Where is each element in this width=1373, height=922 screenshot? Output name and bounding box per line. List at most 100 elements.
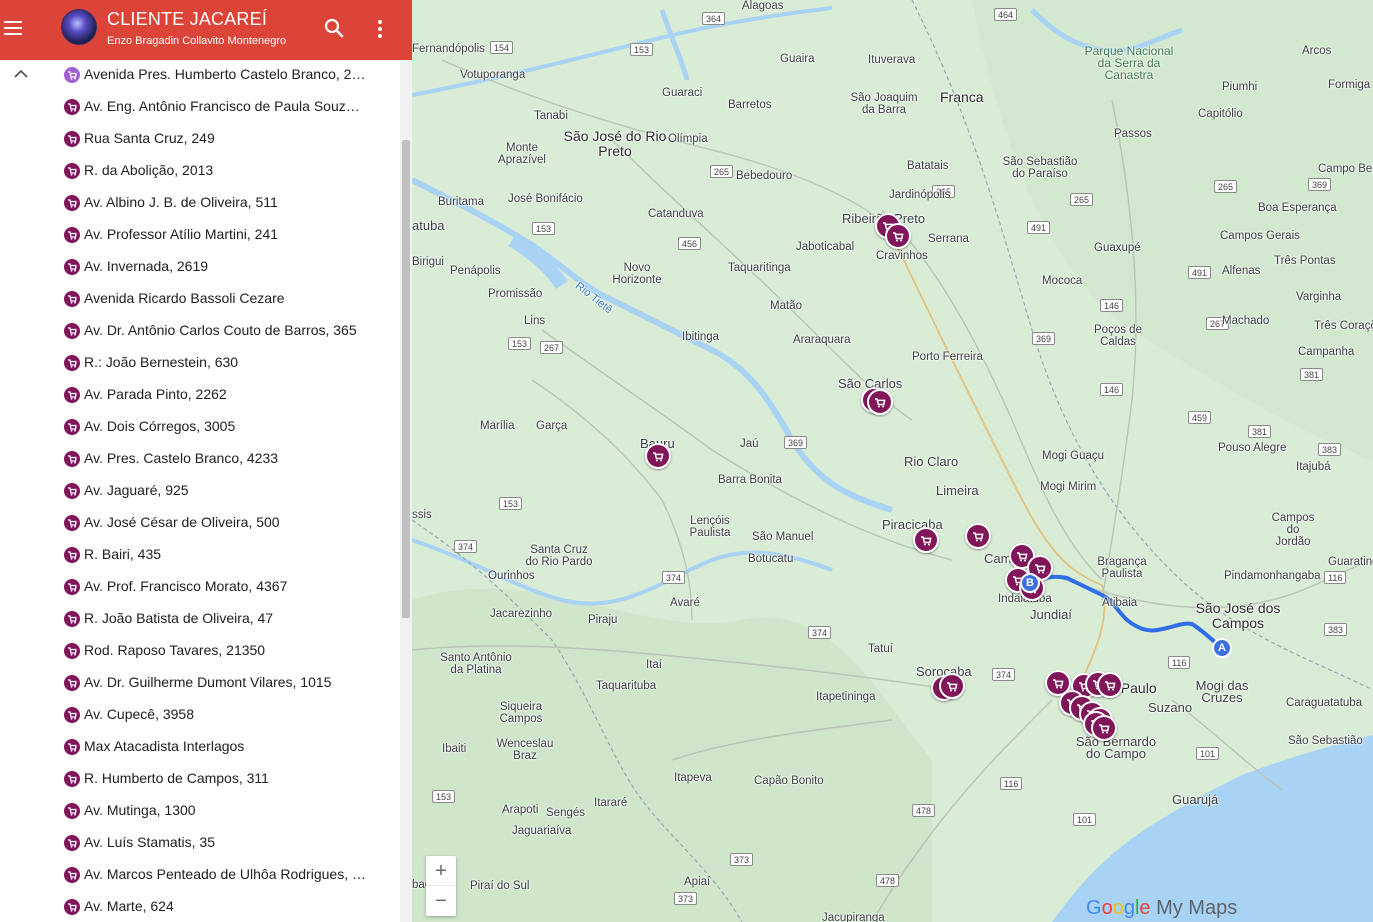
supermarket-icon bbox=[64, 387, 80, 403]
scrollbar[interactable] bbox=[400, 60, 412, 922]
scrollbar-thumb[interactable] bbox=[402, 140, 410, 618]
store-marker[interactable] bbox=[965, 523, 991, 549]
place-label: Votuporanga bbox=[460, 69, 526, 81]
list-item[interactable]: Av. Invernada, 2619 bbox=[0, 252, 400, 284]
store-marker[interactable] bbox=[867, 389, 893, 415]
zoom-control: + − bbox=[426, 856, 456, 916]
store-marker[interactable] bbox=[645, 443, 671, 469]
list-item[interactable]: Av. José César de Oliveira, 500 bbox=[0, 508, 400, 540]
place-label: São Manuel bbox=[752, 531, 814, 543]
route-shield: 369 bbox=[1308, 178, 1332, 191]
list-item-label: Av. Invernada, 2619 bbox=[84, 258, 209, 274]
zoom-out-button[interactable]: − bbox=[426, 886, 456, 916]
list-item[interactable]: Av. Marte, 624 bbox=[0, 892, 400, 922]
list-item[interactable]: Av. Mutinga, 1300 bbox=[0, 796, 400, 828]
list-item[interactable]: R. Humberto de Campos, 311 bbox=[0, 764, 400, 796]
list-item[interactable]: Av. Dr. Antônio Carlos Couto de Barros, … bbox=[0, 316, 400, 348]
place-label: Rio Claro bbox=[904, 454, 959, 469]
list-item[interactable]: Av. Luís Stamatis, 35 bbox=[0, 828, 400, 860]
logo-letter: G bbox=[1086, 897, 1102, 919]
search-icon[interactable] bbox=[322, 16, 346, 40]
logo-letter: g bbox=[1123, 897, 1135, 919]
zoom-in-button[interactable]: + bbox=[426, 856, 456, 886]
list-item[interactable]: Av. Eng. Antônio Francisco de Paula Souz… bbox=[0, 92, 400, 124]
list-item[interactable]: Avenida Ricardo Bassoli Cezare bbox=[0, 284, 400, 316]
list-item-label: Av. Dr. Antônio Carlos Couto de Barros, … bbox=[84, 322, 357, 338]
place-label: São Sebastião bbox=[1288, 735, 1363, 747]
place-label: Itajubá bbox=[1296, 461, 1331, 473]
place-label: Santo Antônio da Platina bbox=[440, 652, 512, 676]
supermarket-icon bbox=[64, 515, 80, 531]
menu-icon[interactable] bbox=[4, 14, 24, 44]
list-item[interactable]: Av. Cupecê, 3958 bbox=[0, 700, 400, 732]
list-item[interactable]: R. João Batista de Oliveira, 47 bbox=[0, 604, 400, 636]
list-item-label: Av. Professor Atílio Martini, 241 bbox=[84, 226, 279, 242]
list-item[interactable]: R. da Abolição, 2013 bbox=[0, 156, 400, 188]
list-item[interactable]: R.: João Bernestein, 630 bbox=[0, 348, 400, 380]
route-end-pin[interactable]: B bbox=[1020, 573, 1040, 593]
place-label: Caraguatatuba bbox=[1286, 697, 1363, 709]
list-item[interactable]: Av. Dois Córregos, 3005 bbox=[0, 412, 400, 444]
list-item[interactable]: Max Atacadista Interlagos bbox=[0, 732, 400, 764]
store-marker[interactable] bbox=[913, 527, 939, 553]
avatar[interactable] bbox=[61, 9, 97, 45]
place-label: Porto Ferreira bbox=[912, 351, 983, 363]
list-item-label: R. Humberto de Campos, 311 bbox=[84, 770, 269, 786]
store-marker[interactable] bbox=[885, 223, 911, 249]
list-item[interactable]: Av. Parada Pinto, 2262 bbox=[0, 380, 400, 412]
list-item[interactable]: Av. Albino J. B. de Oliveira, 511 bbox=[0, 188, 400, 220]
list-item[interactable]: Rod. Raposo Tavares, 21350 bbox=[0, 636, 400, 668]
route-shield: 116 bbox=[1000, 777, 1023, 790]
list-item[interactable]: R. Bairi, 435 bbox=[0, 540, 400, 572]
place-label: Promissão bbox=[488, 288, 543, 300]
place-label: Guaraci bbox=[662, 87, 703, 99]
list-item[interactable]: Av. Pres. Castelo Branco, 4233 bbox=[0, 444, 400, 476]
place-label: Batatais bbox=[907, 160, 949, 172]
list-item[interactable]: Av. Marcos Penteado de Ulhôa Rodrigues, … bbox=[0, 860, 400, 892]
store-marker[interactable] bbox=[939, 673, 965, 699]
map-canvas[interactable]: 154 153 364 464 265 265 265 265 153 456 … bbox=[412, 0, 1373, 922]
route-shield: 478 bbox=[876, 874, 900, 887]
supermarket-icon bbox=[64, 131, 80, 147]
list-item-label: Av. Luís Stamatis, 35 bbox=[84, 834, 215, 850]
legend-panel: CLIENTE JACAREÍ Enzo Bragadin Collavito … bbox=[0, 0, 412, 922]
place-label: Itararé bbox=[594, 797, 628, 809]
map-owner: Enzo Bragadin Collavito Montenegro bbox=[107, 35, 287, 47]
place-label: Arcos bbox=[1302, 45, 1332, 57]
place-label: Monte Aprazível bbox=[498, 142, 546, 166]
place-label: São José do Rio Preto bbox=[563, 128, 667, 159]
supermarket-icon bbox=[64, 419, 80, 435]
route-shield: 491 bbox=[1188, 266, 1212, 279]
list-item[interactable]: Av. Dr. Guilherme Dumont Vilares, 1015 bbox=[0, 668, 400, 700]
store-marker[interactable] bbox=[1091, 715, 1117, 741]
place-label: Itapetininga bbox=[816, 691, 876, 703]
route-start-pin[interactable]: A bbox=[1212, 638, 1232, 658]
place-label: Arapoti bbox=[502, 804, 539, 816]
list-item[interactable]: Avenida Pres. Humberto Castelo Branco, 2… bbox=[0, 60, 400, 92]
list-item-label: Av. José César de Oliveira, 500 bbox=[84, 514, 280, 530]
list-item-label: Rua Santa Cruz, 249 bbox=[84, 130, 215, 146]
google-my-maps-logo: Google My Maps bbox=[1086, 897, 1237, 920]
route-shield: 373 bbox=[730, 853, 754, 866]
supermarket-icon bbox=[64, 163, 80, 179]
place-label: Mogi Mirim bbox=[1040, 481, 1097, 493]
list-item[interactable]: Av. Jaguaré, 925 bbox=[0, 476, 400, 508]
place-label: Limeira bbox=[936, 483, 979, 498]
place-label: Tanabi bbox=[534, 110, 568, 122]
list-item-label: Av. Jaguaré, 925 bbox=[84, 482, 189, 498]
supermarket-icon bbox=[64, 451, 80, 467]
map-title[interactable]: CLIENTE JACAREÍ bbox=[107, 9, 267, 30]
list-item[interactable]: Av. Prof. Francisco Morato, 4367 bbox=[0, 572, 400, 604]
more-vert-icon[interactable] bbox=[370, 16, 390, 42]
list-item[interactable]: Av. Professor Atílio Martini, 241 bbox=[0, 220, 400, 252]
list-item[interactable]: Rua Santa Cruz, 249 bbox=[0, 124, 400, 156]
place-label: Piumhi bbox=[1222, 81, 1258, 93]
place-label: Wenceslau Braz bbox=[496, 738, 554, 762]
store-marker[interactable] bbox=[1097, 672, 1123, 698]
supermarket-icon bbox=[64, 771, 80, 787]
route-shield: 101 bbox=[1196, 747, 1220, 760]
supermarket-icon bbox=[64, 323, 80, 339]
place-label: Santa Cruz do Rio Pardo bbox=[525, 544, 593, 568]
logo-letter: e bbox=[1139, 897, 1151, 919]
logo-letter: o bbox=[1112, 897, 1124, 919]
